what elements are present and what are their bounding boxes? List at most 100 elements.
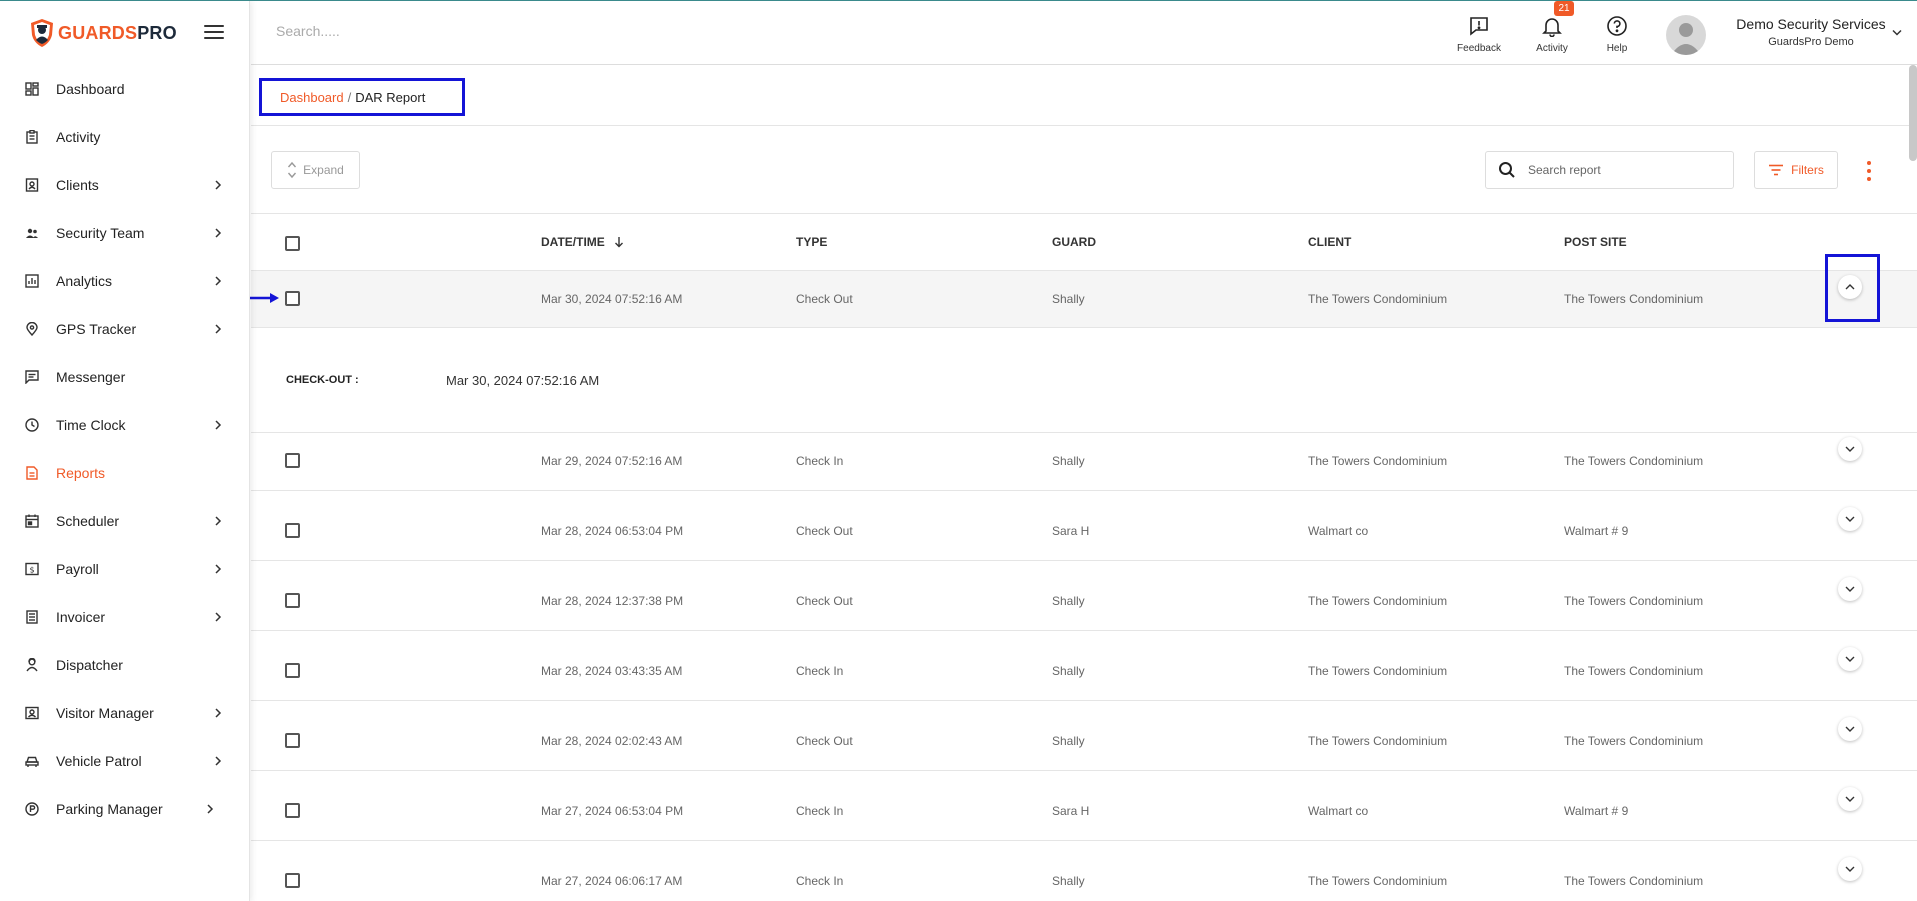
sidebar-item-time-clock[interactable]: Time Clock <box>0 401 250 449</box>
divider <box>251 213 1917 214</box>
cell-datetime: Mar 28, 2024 02:02:43 AM <box>541 734 683 748</box>
cell-post-site: The Towers Condominium <box>1564 874 1704 888</box>
more-options-icon[interactable] <box>1862 159 1876 183</box>
sidebar-item-analytics[interactable]: Analytics <box>0 257 250 305</box>
chevron-right-icon <box>215 756 222 766</box>
chevron-right-icon <box>207 804 214 814</box>
sidebar-item-scheduler[interactable]: Scheduler <box>0 497 250 545</box>
sidebar-item-messenger[interactable]: Messenger <box>0 353 250 401</box>
invoice-icon <box>25 610 39 624</box>
cell-type: Check In <box>796 874 844 888</box>
cell-type: Check Out <box>796 292 853 306</box>
sidebar-item-label: Clients <box>56 177 99 193</box>
sidebar-item-dashboard[interactable]: Dashboard <box>0 65 250 113</box>
avatar[interactable] <box>1666 15 1706 55</box>
expand-row-button[interactable] <box>1838 717 1862 741</box>
activity-badge: 21 <box>1554 1 1574 16</box>
sidebar-item-label: Invoicer <box>56 609 106 625</box>
cell-post-site: The Towers Condominium <box>1564 734 1704 748</box>
chevron-down-icon <box>1845 656 1855 662</box>
parking-icon <box>25 802 39 816</box>
cell-type: Check Out <box>796 524 853 538</box>
activity-label: Activity <box>1536 43 1568 54</box>
cell-client: The Towers Condominium <box>1308 594 1448 608</box>
sidebar-item-gps-tracker[interactable]: GPS Tracker <box>0 305 250 353</box>
breadcrumb-current: DAR Report <box>355 89 426 105</box>
calendar-icon <box>25 514 39 528</box>
select-all-checkbox[interactable] <box>285 236 300 251</box>
cell-datetime: Mar 27, 2024 06:53:04 PM <box>541 804 684 818</box>
cell-datetime: Mar 29, 2024 07:52:16 AM <box>541 454 683 468</box>
sidebar-item-activity[interactable]: Activity <box>0 113 250 161</box>
row-checkbox[interactable] <box>285 291 300 306</box>
row-checkbox[interactable] <box>285 593 300 608</box>
sidebar-item-label: Analytics <box>56 273 113 289</box>
search-report-input[interactable] <box>1528 163 1718 177</box>
sidebar-item-label: Dashboard <box>56 81 125 97</box>
feedback-label: Feedback <box>1457 43 1501 54</box>
expand-row-button[interactable] <box>1838 437 1862 461</box>
menu-toggle-icon[interactable] <box>204 25 224 41</box>
expand-row-button[interactable] <box>1838 647 1862 671</box>
column-header-type[interactable]: TYPE <box>796 235 827 249</box>
shield-logo-icon <box>31 19 53 47</box>
row-checkbox[interactable] <box>285 663 300 678</box>
row-checkbox[interactable] <box>285 873 300 888</box>
help-icon <box>1607 16 1627 36</box>
row-checkbox[interactable] <box>285 453 300 468</box>
search-report-box[interactable] <box>1485 151 1734 189</box>
company-name: Demo Security Services <box>1736 16 1886 32</box>
column-header-client[interactable]: CLIENT <box>1308 235 1351 249</box>
sidebar-item-clients[interactable]: Clients <box>0 161 250 209</box>
filters-button[interactable]: Filters <box>1754 151 1838 189</box>
sidebar-item-vehicle-patrol[interactable]: Vehicle Patrol <box>0 737 250 785</box>
chevron-down-icon <box>1845 446 1855 452</box>
column-header-post-site[interactable]: POST SITE <box>1564 235 1627 249</box>
column-header-datetime[interactable]: DATE/TIME <box>541 235 624 249</box>
chevron-down-icon[interactable] <box>1892 29 1902 37</box>
sidebar-item-invoicer[interactable]: Invoicer <box>0 593 250 641</box>
sidebar-item-reports[interactable]: Reports <box>0 449 250 497</box>
table-row[interactable] <box>251 841 1917 901</box>
cell-client: The Towers Condominium <box>1308 454 1448 468</box>
row-checkbox[interactable] <box>285 523 300 538</box>
chevron-right-icon <box>215 516 222 526</box>
payroll-icon: $ <box>25 562 39 576</box>
chevron-down-icon <box>1845 796 1855 802</box>
expand-label: Expand <box>303 163 344 177</box>
global-search-input[interactable] <box>276 23 676 39</box>
sidebar-item-dispatcher[interactable]: Dispatcher <box>0 641 250 689</box>
vertical-scrollbar[interactable] <box>1909 65 1917 161</box>
expand-row-button[interactable] <box>1838 577 1862 601</box>
feedback-button[interactable]: Feedback <box>1449 15 1509 54</box>
sidebar-item-security-team[interactable]: Security Team <box>0 209 250 257</box>
account-info[interactable]: Demo Security Services GuardsPro Demo <box>1721 16 1901 48</box>
expand-row-button[interactable] <box>1838 507 1862 531</box>
expand-row-button[interactable] <box>1838 787 1862 811</box>
expand-row-button[interactable] <box>1838 857 1862 881</box>
help-button[interactable]: Help <box>1587 15 1647 54</box>
row-checkbox[interactable] <box>285 803 300 818</box>
app-root: GUARDSPRO Dashboard Activity Clients Sec… <box>0 0 1917 901</box>
cell-guard: Shally <box>1052 664 1085 678</box>
cell-post-site: The Towers Condominium <box>1564 594 1704 608</box>
cell-datetime: Mar 28, 2024 12:37:38 PM <box>541 594 684 608</box>
visitor-icon <box>25 706 39 720</box>
row-checkbox[interactable] <box>285 733 300 748</box>
chevron-right-icon <box>215 180 222 190</box>
breadcrumb-dashboard-link[interactable]: Dashboard <box>280 90 344 105</box>
user-avatar-icon <box>1671 23 1701 55</box>
sidebar-item-parking-manager[interactable]: Parking Manager <box>0 785 250 833</box>
clients-icon <box>25 178 39 192</box>
cell-post-site: The Towers Condominium <box>1564 664 1704 678</box>
column-header-guard[interactable]: GUARD <box>1052 235 1096 249</box>
expand-button[interactable]: Expand <box>271 151 360 189</box>
chevron-down-icon <box>1845 586 1855 592</box>
collapse-row-button[interactable] <box>1838 275 1862 299</box>
detail-value: Mar 30, 2024 07:52:16 AM <box>446 373 600 388</box>
sidebar-item-payroll[interactable]: $ Payroll <box>0 545 250 593</box>
detail-label: CHECK-OUT : <box>286 374 359 386</box>
activity-button[interactable]: 21 Activity <box>1522 1 1582 54</box>
logo[interactable]: GUARDSPRO <box>30 17 177 49</box>
sidebar-item-visitor-manager[interactable]: Visitor Manager <box>0 689 250 737</box>
